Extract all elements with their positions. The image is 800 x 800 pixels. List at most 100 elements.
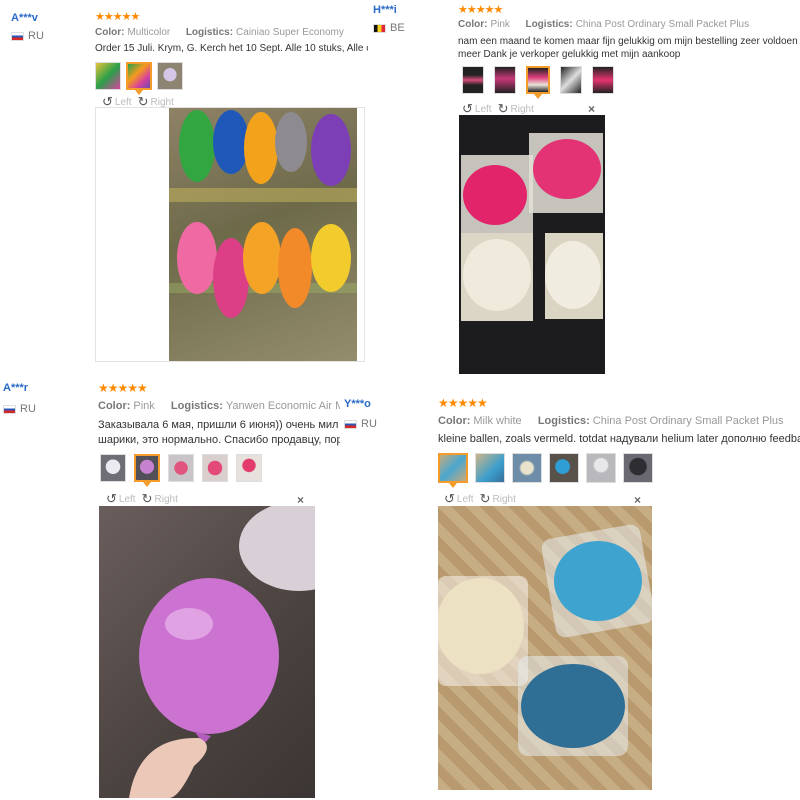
star-rating: ★★★★★ xyxy=(438,396,488,410)
color-label: Color: xyxy=(98,400,131,412)
russia-flag-icon xyxy=(3,404,16,414)
photo-thumbnail[interactable] xyxy=(202,454,228,482)
balloons-photo xyxy=(169,110,357,318)
review-panel-4: Y***o RU ★★★★★ Color: Milk white Logistic… xyxy=(340,390,800,800)
color-label: Color: xyxy=(95,27,125,38)
close-icon[interactable]: × xyxy=(588,102,595,116)
photo-thumbnail[interactable] xyxy=(549,453,579,483)
logistics-label: Logistics: xyxy=(170,400,223,412)
logistics-label: Logistics: xyxy=(525,19,573,30)
order-details: Color: Pink Logistics: China Post Ordinary… xyxy=(458,19,749,30)
reviewer-country: RU xyxy=(3,403,36,415)
reviewer-name[interactable]: Y***o xyxy=(344,398,371,410)
belgium-flag-icon xyxy=(373,23,386,33)
rotate-left-icon: ↺ xyxy=(444,491,455,506)
balloon-packets-photo xyxy=(461,133,603,321)
review-text-line: kleine ballen, zoals vermeld. totdat над… xyxy=(438,433,800,445)
rotate-left-label: Left xyxy=(474,103,492,115)
photo-thumbnail[interactable] xyxy=(512,453,542,483)
photo-thumbnail-selected[interactable] xyxy=(526,66,550,99)
rotate-right-icon: ↻ xyxy=(141,491,153,506)
photo-thumbnail[interactable] xyxy=(95,62,121,90)
rotate-controls: ↺ Left ↻ Right xyxy=(444,491,516,507)
photo-thumbnail[interactable] xyxy=(168,454,194,482)
logistics-label: Logistics: xyxy=(537,415,590,427)
rotate-right-button[interactable]: ↻ Right xyxy=(142,491,178,507)
photo-thumbnail-selected[interactable] xyxy=(438,453,468,488)
color-label: Color: xyxy=(438,415,471,427)
photo-thumbnail[interactable] xyxy=(560,66,582,94)
rotate-left-label: Left xyxy=(456,493,474,505)
rotate-right-button[interactable]: ↻ Right xyxy=(480,491,516,507)
balloon-packets-photo xyxy=(438,524,652,756)
rotate-left-icon: ↺ xyxy=(106,491,117,506)
rotate-controls: ↺ Left ↻ Right xyxy=(106,491,178,507)
review-photo xyxy=(99,506,315,798)
rotate-left-label: Left xyxy=(114,96,132,108)
star-rating: ★★★★★ xyxy=(95,11,140,23)
photo-thumbnails xyxy=(462,66,614,99)
rotate-left-label: Left xyxy=(118,493,136,505)
order-details: Color: Milk white Logistics: China Post Or… xyxy=(438,415,784,427)
photo-thumbnail[interactable] xyxy=(494,66,516,94)
reviewer-country: RU xyxy=(11,30,44,42)
photo-thumbnail-selected[interactable] xyxy=(134,454,160,487)
photo-thumbnail[interactable] xyxy=(592,66,614,94)
review-photo xyxy=(459,115,605,374)
review-panel-3: A***r RU ★★★★★ Color: Pink Logistics: Yanw… xyxy=(0,378,340,800)
photo-thumbnail[interactable] xyxy=(236,454,262,482)
color-value: Multicolor xyxy=(127,27,171,38)
reviewer-country: RU xyxy=(344,418,377,430)
photo-thumbnails xyxy=(100,454,262,487)
reviewer-name[interactable]: A***r xyxy=(3,382,28,394)
russia-flag-icon xyxy=(11,31,24,41)
reviewer-name[interactable]: A***v xyxy=(11,12,38,24)
rotate-right-label: Right xyxy=(154,493,178,505)
logistics-value: Yanwen Economic Air Mail xyxy=(225,400,340,412)
country-code: BE xyxy=(390,22,405,34)
photo-thumbnail[interactable] xyxy=(462,66,484,94)
country-code: RU xyxy=(28,30,44,42)
color-value: Pink xyxy=(490,19,510,30)
color-label: Color: xyxy=(458,19,488,30)
photo-thumbnail-selected[interactable] xyxy=(126,62,152,95)
review-text: Заказывала 6 мая, пришли 6 июня)) очень … xyxy=(98,418,340,448)
review-text: kleine ballen, zoals vermeld. totdat над… xyxy=(438,433,800,446)
russia-flag-icon xyxy=(344,419,357,429)
review-photo xyxy=(438,506,652,790)
logistics-value: China Post Ordinary Small Packet Plus xyxy=(575,19,750,30)
logistics-label: Logistics: xyxy=(185,27,234,38)
rotate-left-button[interactable]: ↺ Left xyxy=(444,491,474,507)
review-text-line: Заказывала 6 мая, пришли 6 июня)) очень … xyxy=(98,419,339,431)
rotate-left-button[interactable]: ↺ Left xyxy=(106,491,136,507)
photo-thumbnail[interactable] xyxy=(100,454,126,482)
close-icon[interactable]: × xyxy=(634,493,641,507)
review-text-line: meer Dank je verkoper gelukkig met mijn … xyxy=(458,49,681,60)
review-photo xyxy=(169,108,357,361)
review-panel-2: H***i BE ★★★★★ Color: Pink Logistics: Chin… xyxy=(370,0,800,378)
photo-thumbnails xyxy=(438,453,653,488)
photo-thumbnail[interactable] xyxy=(475,453,505,483)
review-text-line: nam een maand te komen maar fijn gelukki… xyxy=(458,36,800,47)
pink-balloon-photo xyxy=(129,506,315,798)
photo-thumbnails xyxy=(95,62,183,95)
photo-thumbnail[interactable] xyxy=(586,453,616,483)
star-rating: ★★★★★ xyxy=(98,381,148,395)
reviewer-country: BE xyxy=(373,22,405,34)
review-text: nam een maand te komen maar fijn gelukki… xyxy=(458,35,800,61)
review-text: Order 15 Juli. Krym, G. Kerch het 10 Sep… xyxy=(95,42,368,55)
review-panel-1: A***v RU ★★★★★ Color: Multicolor Logistic… xyxy=(0,0,368,372)
close-icon[interactable]: × xyxy=(297,493,304,507)
color-value: Pink xyxy=(133,400,155,412)
color-value: Milk white xyxy=(473,415,522,427)
reviewer-name[interactable]: H***i xyxy=(373,4,397,16)
country-code: RU xyxy=(361,418,377,430)
rotate-right-label: Right xyxy=(510,103,534,115)
order-details: Color: Pink Logistics: Yanwen Economic Air… xyxy=(98,400,340,412)
photo-thumbnail[interactable] xyxy=(623,453,653,483)
photo-thumbnail[interactable] xyxy=(157,62,183,90)
logistics-value: China Post Ordinary Small Packet Plus xyxy=(592,415,784,427)
review-text-line: шарики, это нормально. Спасибо продавцу,… xyxy=(98,434,340,446)
logistics-value: Cainiao Super Economy xyxy=(236,27,344,38)
review-text-line: Order 15 Juli. Krym, G. Kerch het 10 Sep… xyxy=(95,43,368,54)
